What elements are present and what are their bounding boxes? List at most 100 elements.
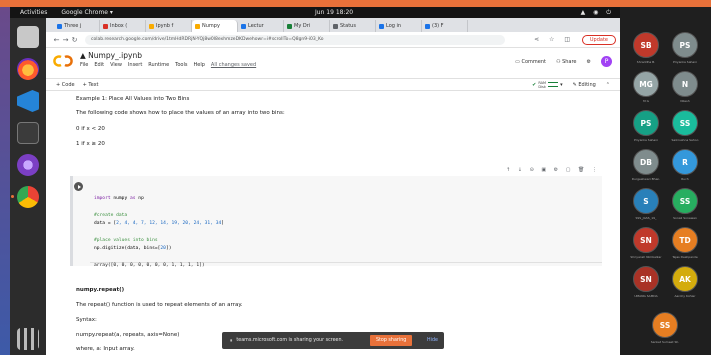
comment-label: Comment (521, 58, 547, 65)
menu-edit[interactable]: Edit (94, 62, 104, 68)
url-input[interactable]: colab.research.google.com/drive/1tmHdRDR… (85, 34, 505, 45)
terminal-icon[interactable] (17, 122, 39, 144)
bin-rule-2: 1 if x ≥ 20 (76, 141, 105, 147)
ram-disk-labels: RAM Disk (538, 81, 546, 89)
notebook-title[interactable]: ▲ Numpy_.ipynb (80, 51, 142, 60)
update-button[interactable]: Update (581, 35, 616, 45)
participant-avatar[interactable]: SS (672, 110, 698, 136)
code-comment[interactable]: #place values into bins (94, 238, 158, 243)
tab-active[interactable]: Numpy (192, 20, 238, 32)
tab-favicon (379, 23, 384, 29)
participant-name: Aarohy Kohler (674, 294, 696, 298)
menu-insert[interactable]: Insert (128, 62, 142, 68)
extension-icons[interactable]: ⋖ ☆ ◫ (534, 36, 574, 43)
comment-button[interactable]: ▭ Comment (515, 59, 546, 65)
resource-indicator[interactable]: ✔ RAM Disk ▾ (532, 81, 562, 89)
code-token: numpy (110, 196, 130, 201)
participant-avatar[interactable]: SN (633, 227, 659, 253)
system-tray-icons[interactable]: ▲ ◉ ⏻ (581, 9, 614, 17)
code-comment[interactable]: #create data (94, 213, 127, 218)
participant-avatar[interactable]: DB (633, 149, 659, 175)
section-title: numpy.repeat() (76, 287, 125, 293)
code-keyword: import (94, 196, 111, 201)
activities-button[interactable]: Activities (20, 9, 47, 16)
tab[interactable]: Three j (54, 20, 100, 32)
teams-frame-top (0, 0, 711, 7)
notebook-content: Example 1: Place All Values into Two Bin… (46, 91, 620, 355)
chevron-up-icon[interactable]: ⌃ (606, 82, 610, 88)
code-token: data = [ (94, 221, 117, 226)
participant-avatar[interactable]: PS (633, 110, 659, 136)
tab[interactable]: Status (330, 20, 376, 32)
app-icon[interactable] (17, 154, 39, 176)
files-icon[interactable] (17, 26, 39, 48)
editing-label: Editing (578, 81, 596, 88)
tab-label: Log in (386, 23, 402, 29)
tab[interactable]: Log in (376, 20, 422, 32)
tab-strip: Three j Inbox ( Ipynb f Numpy Lectur My … (46, 18, 620, 32)
syntax-label: Syntax: (76, 317, 97, 323)
add-code-button[interactable]: + Code (56, 82, 75, 88)
menu-runtime[interactable]: Runtime (148, 62, 169, 68)
chrome-icon[interactable] (11, 186, 39, 208)
save-status[interactable]: All changes saved (211, 62, 256, 68)
participant-avatar[interactable]: MG (633, 71, 659, 97)
back-icon[interactable]: ← (52, 36, 61, 44)
participant-avatar[interactable]: N (672, 71, 698, 97)
participant-avatar[interactable]: TD (672, 227, 698, 253)
cell-toolbar: + Code + Text ✔ RAM Disk ▾ ✎ Editing ⌃ (46, 78, 620, 91)
code-line-import[interactable]: import numpy as np (94, 196, 144, 201)
participant-name: Shraddha B. (636, 60, 656, 64)
participant-avatar[interactable]: SS (672, 188, 698, 214)
editing-mode-button[interactable]: ✎ Editing (573, 82, 596, 88)
sharing-message: teams.microsoft.com is sharing your scre… (236, 338, 344, 343)
add-text-button[interactable]: + Text (83, 82, 99, 88)
where-text: where, a: Input array. (76, 346, 135, 352)
menu-tools[interactable]: Tools (175, 62, 187, 68)
hide-button[interactable]: Hide (427, 338, 438, 343)
code-line-digitize[interactable]: np.digitize(data, bins=[20]) (94, 246, 171, 251)
share-label: Share (562, 58, 577, 65)
participant-avatar[interactable]: R (672, 149, 698, 175)
pause-icon: ⏸ (230, 338, 233, 344)
tab-favicon (149, 23, 154, 29)
menu-help[interactable]: Help (194, 62, 205, 68)
participant-avatar[interactable]: SN (633, 266, 659, 292)
tab[interactable]: My Dri (284, 20, 330, 32)
run-cell-button[interactable] (74, 182, 83, 191)
show-apps-icon[interactable] (17, 328, 39, 350)
user-avatar[interactable]: P (601, 56, 612, 67)
tab[interactable]: Inbox ( (100, 20, 146, 32)
tab-label: (3) F (432, 23, 444, 29)
participant-avatar[interactable]: SB (633, 32, 659, 58)
participant-avatar[interactable]: S (633, 188, 659, 214)
clock[interactable]: Jun 19 18:20 (315, 9, 353, 16)
example-description: The following code shows how to place th… (76, 110, 285, 116)
vscode-icon[interactable] (17, 90, 39, 112)
share-button[interactable]: ⚇ Share (556, 59, 577, 65)
participant-avatar[interactable]: PS (672, 32, 698, 58)
tab-label: My Dri (294, 23, 311, 29)
participant-name: Tejas Deshpande (672, 255, 698, 259)
firefox-icon[interactable] (17, 58, 39, 80)
reload-icon[interactable]: ↻ (70, 36, 79, 44)
tab[interactable]: (3) F (422, 20, 468, 32)
code-line-data[interactable]: data = [2, 4, 4, 7, 12, 14, 19, 20, 24, … (94, 221, 224, 226)
settings-gear-icon[interactable]: ⚙ (587, 59, 591, 65)
cell-actions[interactable]: ↑ ↓ ⊝ ▣ ⚙ ▢ 🗑 ⋮ (506, 167, 600, 173)
tab[interactable]: Lectur (238, 20, 284, 32)
participant-name: Saikrushna Sahoo (671, 138, 699, 142)
menu-view[interactable]: View (110, 62, 122, 68)
stop-sharing-button[interactable]: Stop sharing (370, 335, 413, 346)
participant-name: M G (643, 99, 649, 103)
tab[interactable]: Ipynb f (146, 20, 192, 32)
participant-name: Nilesh (680, 99, 690, 103)
colab-logo-icon[interactable] (52, 54, 74, 68)
app-menu[interactable]: Google Chrome ▾ (61, 9, 113, 16)
tab-favicon (425, 23, 430, 29)
participant-avatar[interactable]: AK (672, 266, 698, 292)
menu-file[interactable]: File (80, 62, 88, 68)
participant-avatar[interactable]: SS (652, 312, 678, 338)
participant-name: Sonali Sonawan (673, 216, 697, 220)
forward-icon[interactable]: → (61, 36, 70, 44)
